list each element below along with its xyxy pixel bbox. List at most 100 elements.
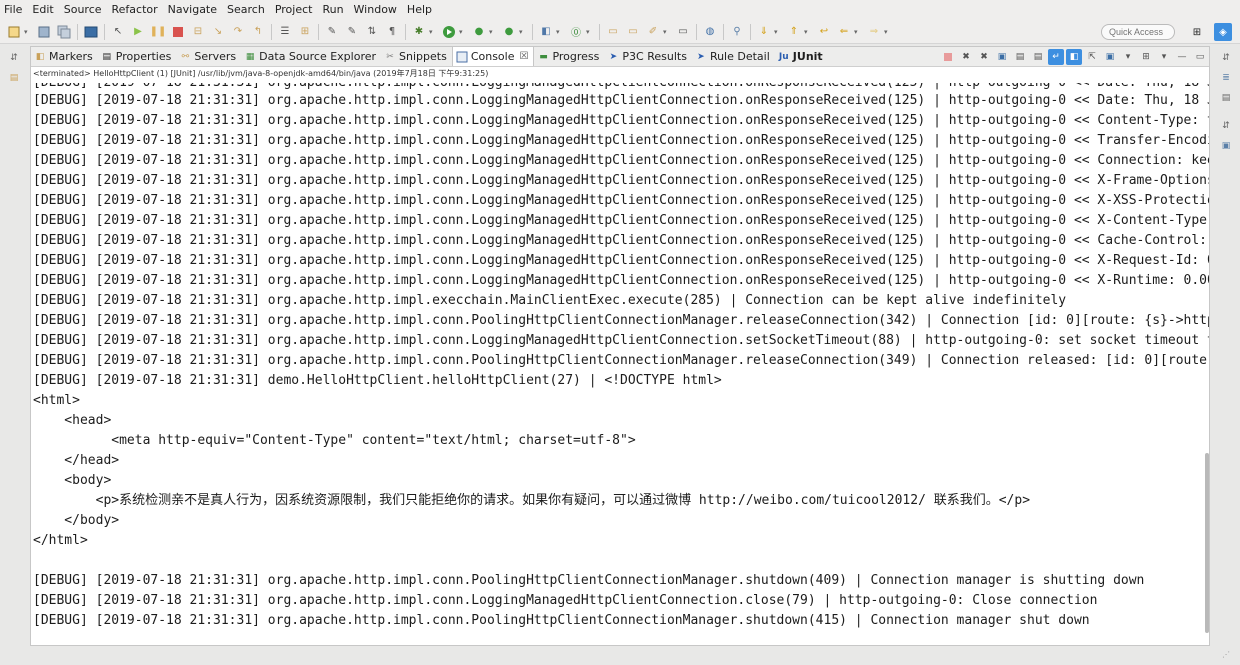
pen-icon[interactable]: ✐ [645,24,661,40]
scroll-lock-icon[interactable]: ▤ [1030,49,1046,65]
last-edit-icon[interactable]: ↩ [816,24,832,40]
close-icon[interactable]: ☒ [519,51,528,62]
run-dropdown-icon[interactable]: ▾ [459,28,466,36]
java-ee-perspective-icon[interactable]: ◈ [1214,23,1232,41]
forward-icon[interactable]: ⇒ [866,24,882,40]
tab-console[interactable]: Console ☒ [451,47,535,66]
debug-icon[interactable]: ✱ [411,24,427,40]
new-dropdown-icon[interactable]: ▾ [24,28,31,36]
palette-icon[interactable]: ▣ [1218,138,1234,154]
tab-junit[interactable]: Ju JUnit [775,47,828,66]
menu-help[interactable]: Help [402,0,437,20]
tab-rule-detail[interactable]: ➤ Rule Detail [692,47,775,66]
toggle-block-icon[interactable]: ⇅ [364,24,380,40]
forward-dropdown-icon[interactable]: ▾ [884,28,891,36]
tab-progress[interactable]: ▬ Progress [534,47,604,66]
terminate-icon[interactable] [170,24,186,40]
quick-access-input[interactable] [1101,24,1175,40]
restore-icon[interactable]: ⇵ [6,50,22,66]
console-scrollbar[interactable] [1205,83,1209,643]
maximize-icon[interactable]: ▭ [1192,49,1208,65]
next-annotation-dropdown-icon[interactable]: ▾ [774,28,781,36]
tab-label: Servers [194,50,237,63]
save-all-icon[interactable] [56,24,72,40]
tab-markers[interactable]: ◧ Markers [31,47,98,66]
show-console-icon[interactable]: ▣ [994,49,1010,65]
tab-data-source-explorer[interactable]: ▦ Data Source Explorer [241,47,381,66]
menu-source[interactable]: Source [59,0,107,20]
new-class-icon[interactable]: ⓪ [568,24,584,40]
servers-icon: ⚯ [181,51,190,62]
next-annotation-icon[interactable]: ⇓ [756,24,772,40]
previous-annotation-icon[interactable]: ⇑ [786,24,802,40]
menu-run[interactable]: Run [317,0,348,20]
tab-snippets[interactable]: ✂ Snippets [381,47,452,66]
outline-icon[interactable]: ≣ [1218,70,1234,86]
menu-window[interactable]: Window [349,0,402,20]
task-list-icon[interactable]: ▤ [1218,90,1234,106]
open-task-icon[interactable]: ☰ [277,24,293,40]
debug-dropdown-icon[interactable]: ▾ [429,28,436,36]
previous-annotation-dropdown-icon[interactable]: ▾ [804,28,811,36]
open-console-icon[interactable]: ⊞ [1138,49,1154,65]
external-tools-icon[interactable]: ● [501,24,517,40]
open-type-icon[interactable]: ⊞ [297,24,313,40]
remove-all-terminated-icon[interactable]: ✖ [976,49,992,65]
scrollbar-thumb[interactable] [1205,453,1209,633]
menu-edit[interactable]: Edit [27,0,58,20]
back-icon[interactable]: ⇐ [836,24,852,40]
minimize-icon[interactable]: — [1174,49,1190,65]
pin-console-icon[interactable]: ⇱ [1084,49,1100,65]
tab-properties[interactable]: ▤ Properties [98,47,177,66]
tab-servers[interactable]: ⚯ Servers [176,47,241,66]
menu-project[interactable]: Project [270,0,318,20]
run-icon[interactable] [441,24,457,40]
menu-navigate[interactable]: Navigate [163,0,222,20]
restore-icon[interactable]: ⇵ [1218,50,1234,66]
open-file-icon[interactable]: ▭ [625,24,641,40]
display-console-icon[interactable]: ▣ [1102,49,1118,65]
step-into-icon[interactable]: ↘ [210,24,226,40]
new-class-dropdown-icon[interactable]: ▾ [586,28,593,36]
new-icon[interactable] [6,24,22,40]
external-tools-dropdown-icon[interactable]: ▾ [519,28,526,36]
console-output[interactable]: [DEBUG] [2019-07-18 21:31:31] org.apache… [33,83,1209,643]
coverage-dropdown-icon[interactable]: ▾ [489,28,496,36]
suspend-icon[interactable]: ❚❚ [150,24,167,40]
menu-search[interactable]: Search [222,0,270,20]
pen-dropdown-icon[interactable]: ▾ [663,28,670,36]
step-return-icon[interactable]: ↰ [250,24,266,40]
open-console-dropdown-icon[interactable]: ▾ [1156,49,1172,65]
terminate-icon[interactable] [940,49,956,65]
show-on-output-icon[interactable]: ◧ [1066,49,1082,65]
step-over-icon[interactable]: ↷ [230,24,246,40]
save-icon[interactable] [36,24,52,40]
resize-grip-icon[interactable]: ⋰ [1222,650,1230,659]
open-perspective-icon[interactable]: ⊞ [1188,23,1206,41]
view-tab-bar: ◧ Markers ▤ Properties ⚯ Servers ▦ Data … [31,47,1209,67]
back-dropdown-icon[interactable]: ▾ [854,28,861,36]
show-whitespace-icon[interactable]: ¶ [384,24,400,40]
remove-launch-icon[interactable]: ✖ [958,49,974,65]
new-java-project-icon[interactable]: ◧ [538,24,554,40]
coverage-icon[interactable]: ● [471,24,487,40]
resume-icon[interactable]: ▶ [130,24,146,40]
maximize-icon[interactable]: ▭ [675,24,691,40]
tab-p3c-results[interactable]: ➤ P3C Results [604,47,692,66]
toggle-mark-icon[interactable]: ✎ [324,24,340,40]
disconnect-icon[interactable]: ⊟ [190,24,206,40]
globe-icon[interactable]: ◍ [702,24,718,40]
terminal-icon[interactable] [83,24,99,40]
restore-icon[interactable]: ⇵ [1218,118,1234,134]
pin-icon[interactable]: ⚲ [729,24,745,40]
new-java-project-dropdown-icon[interactable]: ▾ [556,28,563,36]
menu-file[interactable]: File [0,0,27,20]
clear-console-icon[interactable]: ▤ [1012,49,1028,65]
toggle-highlight-icon[interactable]: ✎ [344,24,360,40]
menu-refactor[interactable]: Refactor [107,0,163,20]
display-console-dropdown-icon[interactable]: ▾ [1120,49,1136,65]
word-wrap-icon[interactable]: ↵ [1048,49,1064,65]
project-explorer-icon[interactable]: ▤ [6,70,22,86]
cursor-icon[interactable]: ↖ [110,24,126,40]
open-folder-icon[interactable]: ▭ [605,24,621,40]
